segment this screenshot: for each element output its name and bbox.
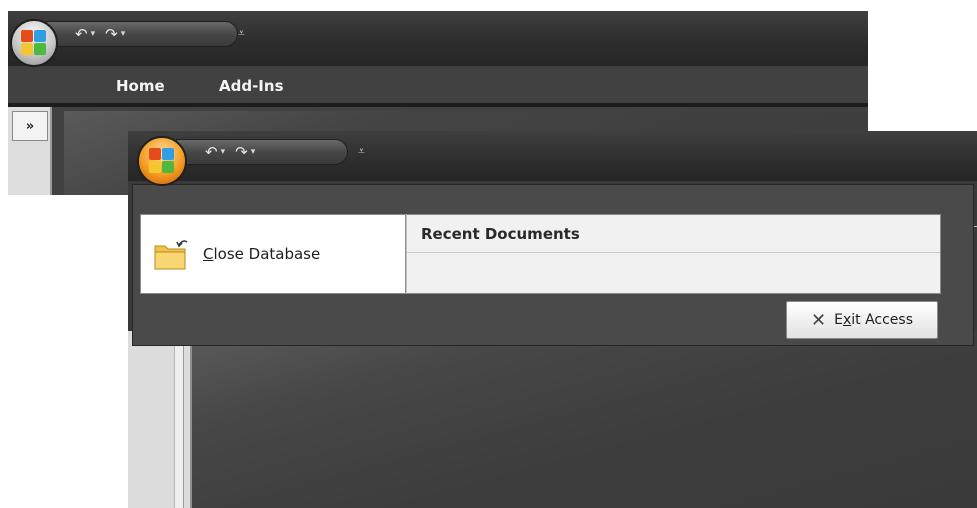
- navigation-pane-splitter[interactable]: [174, 331, 184, 508]
- office-logo-icon: [149, 148, 175, 174]
- workspace-area: [192, 331, 977, 508]
- foreground-access-window: ↶ ▾ ↷ ▾ ⩡ Close Database Recent Document…: [128, 131, 977, 508]
- undo-dropdown-icon[interactable]: ▾: [91, 29, 96, 39]
- office-button[interactable]: [137, 136, 187, 186]
- tab-home[interactable]: Home: [116, 77, 165, 95]
- redo-button[interactable]: ↷: [235, 144, 248, 160]
- redo-button[interactable]: ↷: [105, 26, 118, 42]
- exit-access-button[interactable]: ✕ Exit Access: [786, 301, 938, 339]
- office-logo-icon: [21, 30, 47, 56]
- folder-icon: [153, 236, 189, 272]
- customize-toolbar-icon[interactable]: ⩡: [358, 145, 365, 157]
- redo-dropdown-icon[interactable]: ▾: [121, 29, 126, 39]
- redo-dropdown-icon[interactable]: ▾: [251, 147, 256, 157]
- close-database-label: Close Database: [203, 245, 321, 263]
- quick-access-toolbar: ↶ ▾ ↷ ▾: [46, 21, 238, 47]
- ribbon-divider: [8, 103, 868, 107]
- recent-documents-header: Recent Documents: [407, 215, 940, 253]
- recent-documents-panel: Recent Documents: [406, 214, 941, 294]
- office-button[interactable]: [10, 19, 58, 67]
- undo-button[interactable]: ↶: [205, 144, 218, 160]
- title-bar: ↶ ▾ ↷ ▾ ⩡: [8, 11, 868, 67]
- undo-button[interactable]: ↶: [75, 26, 88, 42]
- title-bar: ↶ ▾ ↷ ▾ ⩡: [128, 131, 977, 181]
- close-database-menu-item[interactable]: Close Database: [153, 227, 398, 281]
- shutter-bar-open-button[interactable]: »: [12, 111, 48, 141]
- quick-access-toolbar: ↶ ▾ ↷ ▾: [176, 139, 348, 165]
- exit-access-label: Exit Access: [834, 312, 913, 328]
- close-x-icon: ✕: [810, 309, 827, 331]
- office-menu-commands: Close Database: [140, 214, 406, 294]
- undo-dropdown-icon[interactable]: ▾: [221, 147, 226, 157]
- tab-add-ins[interactable]: Add-Ins: [219, 77, 284, 95]
- customize-toolbar-icon[interactable]: ⩡: [238, 27, 245, 39]
- office-menu: Close Database Recent Documents ✕ Exit A…: [132, 184, 974, 346]
